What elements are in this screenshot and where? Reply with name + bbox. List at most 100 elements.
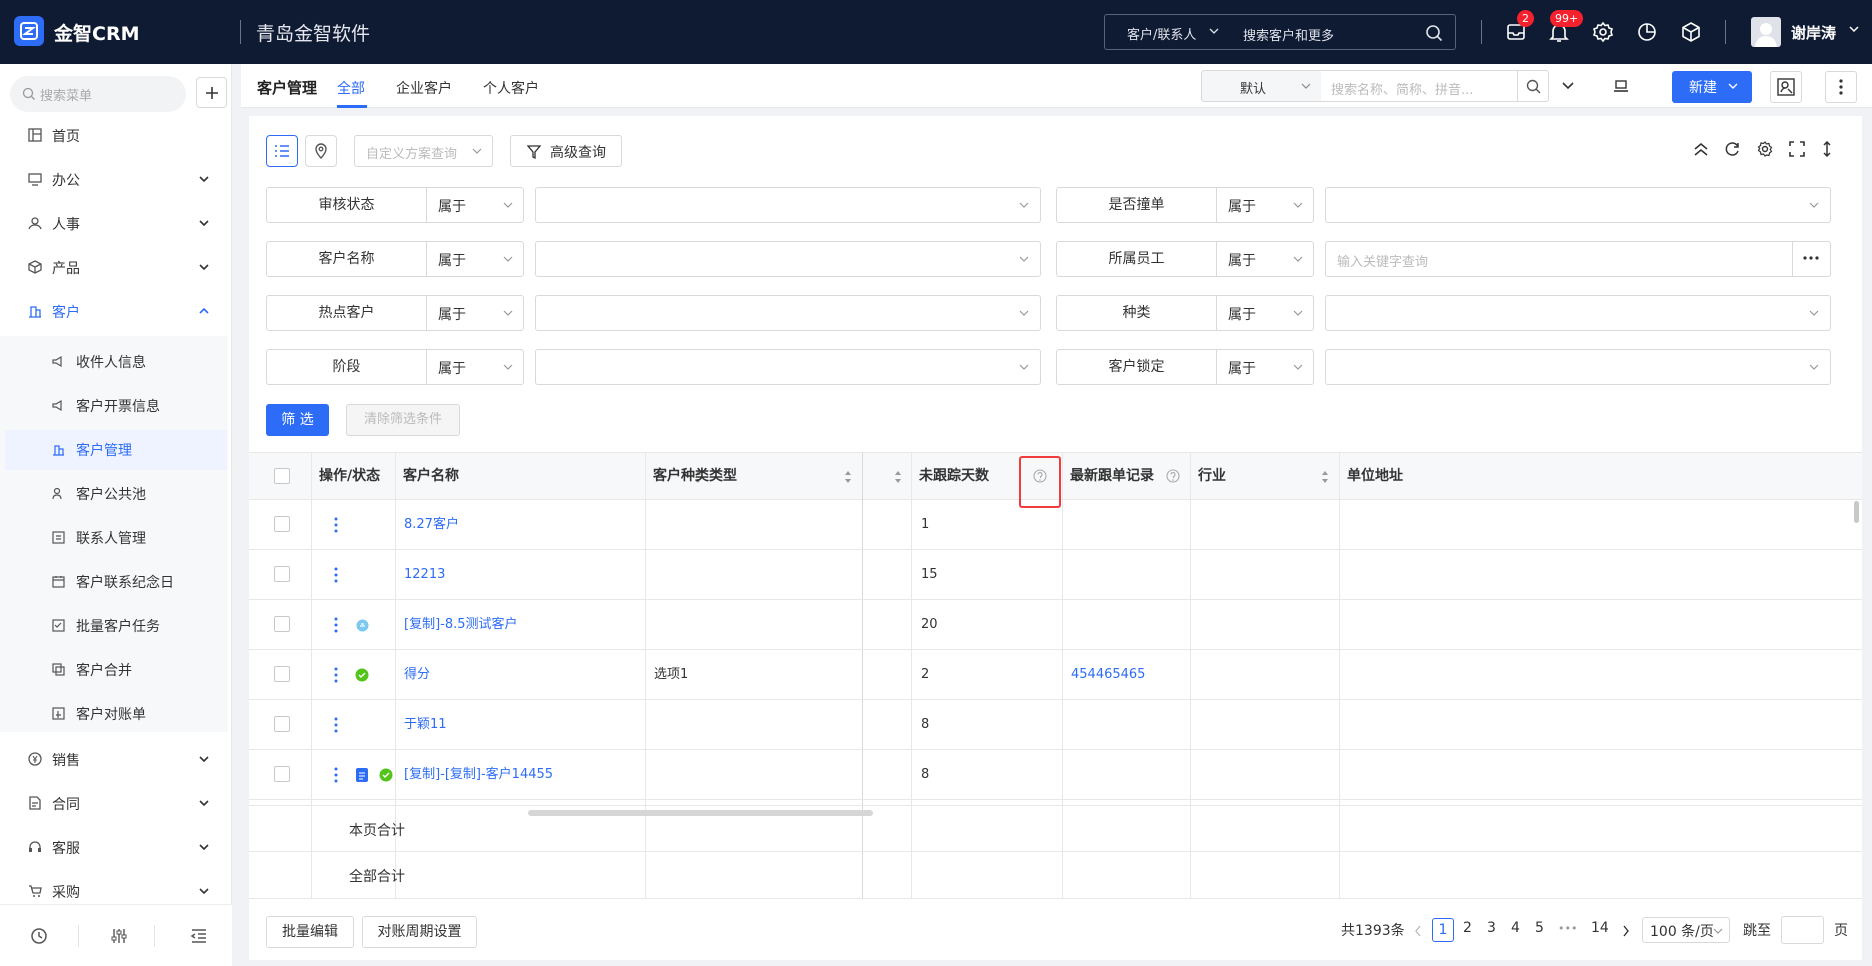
- row-actions-icon[interactable]: [334, 667, 338, 683]
- chevron-left-icon[interactable]: [1414, 925, 1422, 937]
- row-actions-icon[interactable]: [334, 767, 338, 783]
- chevron-down-icon[interactable]: [1561, 80, 1575, 92]
- filter-operator-select[interactable]: 属于: [1216, 295, 1314, 331]
- fullscreen-icon[interactable]: [1789, 141, 1805, 157]
- filter-operator-select[interactable]: 属于: [426, 295, 524, 331]
- menu-search-input[interactable]: 搜索菜单: [10, 76, 186, 112]
- cube-icon[interactable]: [1680, 21, 1702, 43]
- column-header-industry[interactable]: 行业: [1190, 453, 1226, 500]
- filter-operator-select[interactable]: 属于: [1216, 241, 1314, 277]
- search-button[interactable]: [1518, 70, 1549, 102]
- filter-button[interactable]: 筛 选: [266, 404, 329, 436]
- row-actions-icon[interactable]: [334, 717, 338, 733]
- employee-picker-button[interactable]: [1792, 242, 1830, 276]
- customer-name-link[interactable]: 于颖11: [404, 715, 447, 735]
- table-row[interactable]: 于颖11 8: [249, 700, 1862, 750]
- period-setting-button[interactable]: 对账周期设置: [362, 916, 477, 948]
- sort-icon[interactable]: [894, 470, 902, 484]
- row-height-icon[interactable]: [1821, 141, 1833, 157]
- page-ellipsis[interactable]: •••: [1558, 922, 1577, 935]
- sidebar-subitem-contacts[interactable]: 联系人管理: [5, 518, 227, 558]
- tab-all[interactable]: 全部: [337, 78, 365, 98]
- latest-record-cell[interactable]: 454465465: [1071, 665, 1145, 685]
- row-checkbox[interactable]: [274, 716, 290, 732]
- add-menu-button[interactable]: [196, 77, 227, 108]
- gear-icon[interactable]: [1592, 21, 1614, 43]
- help-icon[interactable]: [1166, 469, 1180, 483]
- settings-icon[interactable]: [1757, 141, 1773, 157]
- page-button-4[interactable]: 4: [1511, 920, 1520, 936]
- page-button-5[interactable]: 5: [1535, 920, 1544, 936]
- sort-icon[interactable]: [844, 470, 852, 484]
- row-actions-icon[interactable]: [334, 567, 338, 583]
- sidebar-subitem-invoice[interactable]: 客户开票信息: [5, 386, 227, 426]
- search-icon[interactable]: [1425, 24, 1443, 42]
- table-row[interactable]: 12213 15: [249, 550, 1862, 600]
- table-row[interactable]: 得分 选项1 2 454465465: [249, 650, 1862, 700]
- filter-value-select[interactable]: [535, 187, 1041, 223]
- filter-value-select[interactable]: [535, 241, 1041, 277]
- row-checkbox[interactable]: [274, 566, 290, 582]
- page-button-14[interactable]: 14: [1591, 920, 1609, 936]
- sidebar-subitem-anniversary[interactable]: 客户联系纪念日: [5, 562, 227, 602]
- scheme-query-select[interactable]: 自定义方案查询: [354, 135, 493, 167]
- list-view-button[interactable]: [266, 135, 298, 167]
- filter-value-select[interactable]: [535, 295, 1041, 331]
- page-button-2[interactable]: 2: [1463, 920, 1472, 936]
- column-header-name[interactable]: 客户名称: [395, 453, 459, 500]
- select-all-checkbox[interactable]: [274, 468, 290, 484]
- column-header-latest[interactable]: 最新跟单记录: [1062, 453, 1154, 500]
- row-checkbox[interactable]: [274, 666, 290, 682]
- filter-operator-select[interactable]: 属于: [426, 349, 524, 385]
- row-actions-icon[interactable]: [334, 617, 338, 633]
- row-checkbox[interactable]: [274, 766, 290, 782]
- more-options-button[interactable]: [1825, 71, 1857, 103]
- laptop-icon[interactable]: [1613, 79, 1629, 93]
- sidebar-item-customer[interactable]: 客户: [0, 292, 228, 332]
- goto-page-input[interactable]: [1781, 916, 1824, 944]
- filter-value-select[interactable]: [1325, 349, 1831, 385]
- tab-individual[interactable]: 个人客户: [483, 78, 539, 98]
- sidebar-subitem-recipient[interactable]: 收件人信息: [5, 342, 227, 382]
- sidebar-item-product[interactable]: 产品: [0, 248, 228, 288]
- batch-edit-button[interactable]: 批量编辑: [266, 916, 354, 948]
- customer-name-link[interactable]: [复制]-[复制]-客户14455: [404, 765, 553, 785]
- table-row[interactable]: 8.27客户 1: [249, 500, 1862, 550]
- global-search[interactable]: 客户/联系人 搜索客户和更多: [1104, 14, 1456, 50]
- sort-icon[interactable]: [1321, 470, 1329, 484]
- sidebar-item-contract[interactable]: 合同: [0, 784, 228, 824]
- advanced-query-button[interactable]: 高级查询: [510, 135, 622, 167]
- sidebar-subitem-public-pool[interactable]: 客户公共池: [5, 474, 227, 514]
- global-search-input[interactable]: 搜索客户和更多: [1243, 25, 1334, 44]
- user-search-button[interactable]: [1770, 71, 1802, 103]
- filter-operator-select[interactable]: 属于: [1216, 349, 1314, 385]
- tab-enterprise[interactable]: 企业客户: [396, 78, 452, 98]
- column-header-days[interactable]: 未跟踪天数: [911, 453, 989, 500]
- row-checkbox[interactable]: [274, 516, 290, 532]
- sidebar-subitem-customer-management[interactable]: 客户管理: [5, 430, 227, 470]
- sidebar-subitem-batch-task[interactable]: 批量客户任务: [5, 606, 227, 646]
- sliders-icon[interactable]: [110, 927, 128, 945]
- collapse-icon[interactable]: [1693, 141, 1709, 157]
- customer-name-link[interactable]: 8.27客户: [404, 515, 459, 535]
- row-checkbox[interactable]: [274, 616, 290, 632]
- sidebar-item-office[interactable]: 办公: [0, 160, 228, 200]
- customer-name-link[interactable]: 12213: [404, 565, 445, 585]
- row-actions-icon[interactable]: [334, 517, 338, 533]
- chevron-right-icon[interactable]: [1622, 925, 1630, 937]
- customer-search-input[interactable]: 搜索名称、简称、拼音...: [1321, 70, 1518, 102]
- column-header-address[interactable]: 单位地址: [1339, 453, 1403, 500]
- pie-chart-icon[interactable]: [1636, 21, 1658, 43]
- sidebar-item-hr[interactable]: 人事: [0, 204, 228, 244]
- filter-operator-select[interactable]: 属于: [426, 241, 524, 277]
- search-scope-select[interactable]: 客户/联系人: [1127, 24, 1196, 43]
- avatar[interactable]: [1751, 17, 1781, 47]
- customer-name-link[interactable]: 得分: [404, 665, 430, 685]
- filter-operator-select[interactable]: 属于: [426, 187, 524, 223]
- filter-value-select[interactable]: [535, 349, 1041, 385]
- sidebar-item-service[interactable]: 客服: [0, 828, 228, 868]
- app-logo[interactable]: [14, 16, 44, 46]
- refresh-icon[interactable]: [1725, 141, 1741, 157]
- clear-filter-button[interactable]: 清除筛选条件: [346, 404, 460, 436]
- filter-value-select[interactable]: [1325, 187, 1831, 223]
